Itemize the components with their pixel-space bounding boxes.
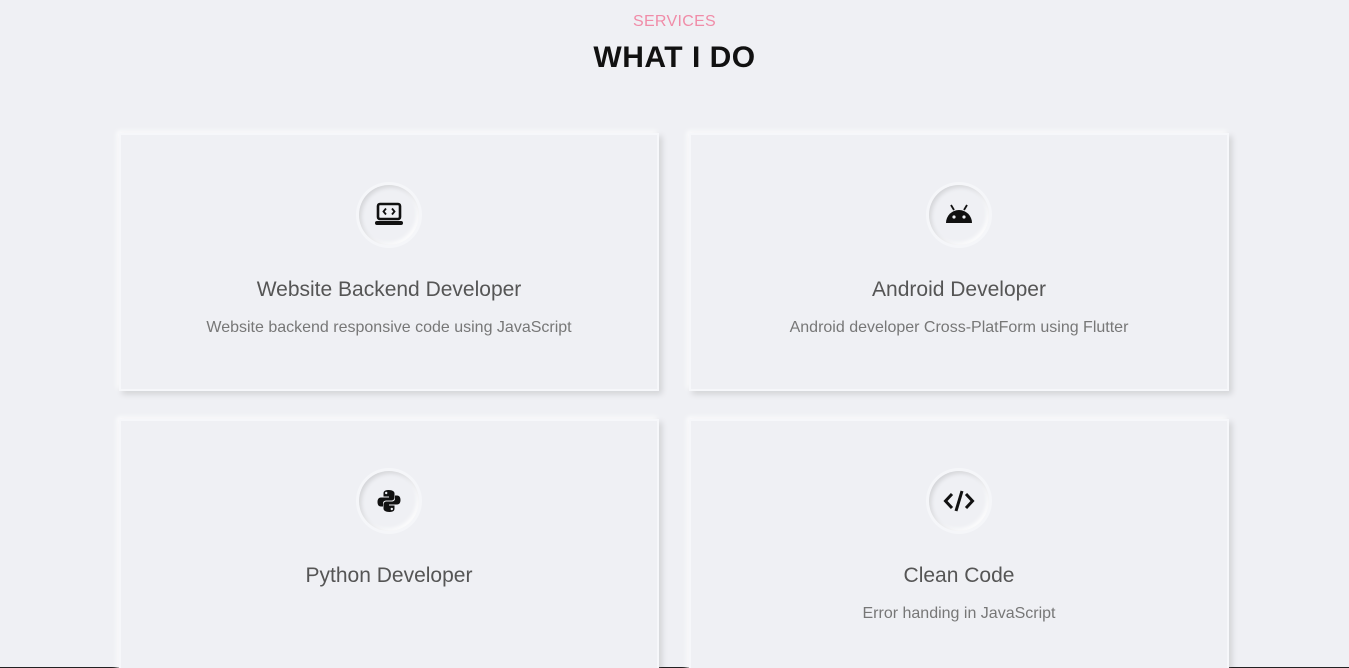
section-title: WHAT I DO — [593, 41, 756, 74]
service-card-android: Android Developer Android developer Cros… — [689, 133, 1229, 391]
laptop-code-icon — [359, 185, 419, 245]
service-card-backend: Website Backend Developer Website backen… — [119, 133, 659, 391]
service-title: Website Backend Developer — [256, 278, 522, 301]
code-icon — [929, 471, 989, 531]
android-icon — [929, 185, 989, 245]
python-icon — [359, 471, 419, 531]
service-title: Clean Code — [903, 564, 1015, 587]
service-description: Android developer Cross-PlatForm using F… — [789, 319, 1129, 336]
service-card-python: Python Developer — [119, 419, 659, 668]
services-section: SERVICES WHAT I DO Website Backend Devel… — [0, 0, 1349, 668]
section-header: SERVICES WHAT I DO — [0, 12, 1349, 76]
service-card-clean-code: Clean Code Error handing in JavaScript — [689, 419, 1229, 668]
service-description: Website backend responsive code using Ja… — [206, 319, 572, 336]
service-title: Android Developer — [872, 278, 1046, 301]
section-eyebrow: SERVICES — [632, 13, 717, 30]
service-title: Python Developer — [305, 564, 473, 587]
service-description: Error handing in JavaScript — [862, 605, 1056, 622]
